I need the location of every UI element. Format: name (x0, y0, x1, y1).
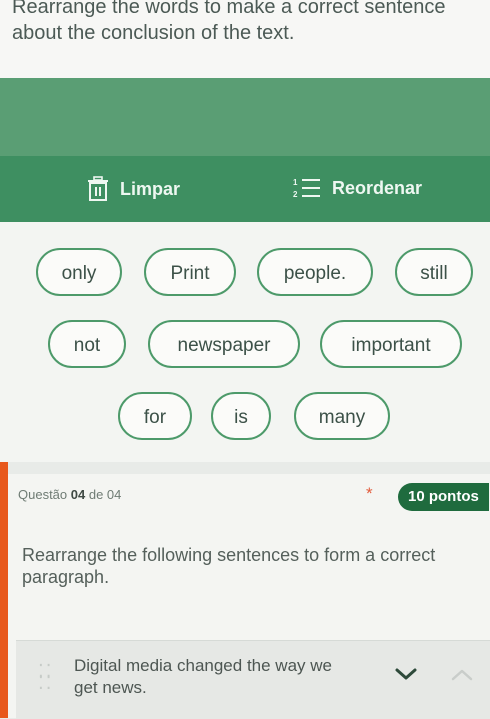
word-chip[interactable]: people. (257, 248, 373, 296)
question-number-prefix: Questão (18, 487, 71, 502)
reorder-button[interactable]: 1 2 Reordenar (292, 176, 422, 200)
reorder-label: Reordenar (332, 177, 423, 198)
svg-text:2: 2 (293, 190, 298, 199)
word-bank: only Print people. still not newspaper i… (0, 222, 490, 462)
question-number-total: de 04 (85, 487, 122, 502)
word-chip[interactable]: important (320, 320, 462, 368)
word-chip[interactable]: only (36, 248, 122, 296)
question-prompt: Rearrange the words to make a correct se… (12, 0, 446, 44)
points-badge: 10 pontos (398, 483, 489, 511)
word-chip[interactable]: is (211, 392, 271, 440)
answer-toolbar: Limpar 1 2 Reordenar (0, 156, 490, 222)
question-number-value: 04 (70, 487, 86, 502)
question-number: Questão 04 de 04 (18, 487, 121, 502)
question-card-4: Questão 04 de 04 * 10 pontos Rearrange t… (8, 474, 490, 719)
svg-text:1: 1 (293, 178, 298, 187)
word-chip[interactable]: for (118, 392, 192, 440)
trash-icon (86, 176, 110, 202)
word-chip[interactable]: newspaper (148, 320, 300, 368)
word-chip[interactable]: not (48, 320, 126, 368)
ordered-list-icon: 1 2 (292, 176, 322, 200)
word-chip[interactable]: many (294, 392, 390, 440)
sortable-item[interactable]: ⁚⁚ ⁚⁚ Digital media changed the way we ge… (16, 640, 490, 719)
word-chip[interactable]: still (395, 248, 473, 296)
answer-drop-zone[interactable] (0, 78, 490, 156)
word-chip[interactable]: Print (144, 248, 236, 296)
question-card-3: Rearrange the words to make a correct se… (0, 0, 490, 462)
question-prompt: Rearrange the following sentences to for… (22, 545, 436, 587)
chevron-up-icon[interactable] (450, 667, 474, 688)
required-marker: * (366, 484, 373, 503)
chevron-down-icon[interactable] (394, 667, 418, 688)
sortable-item-text: Digital media changed the way we get new… (74, 656, 332, 697)
drag-handle-icon[interactable]: ⁚⁚ ⁚⁚ (38, 662, 53, 692)
clear-label: Limpar (120, 178, 181, 199)
clear-button[interactable]: Limpar (86, 176, 180, 202)
